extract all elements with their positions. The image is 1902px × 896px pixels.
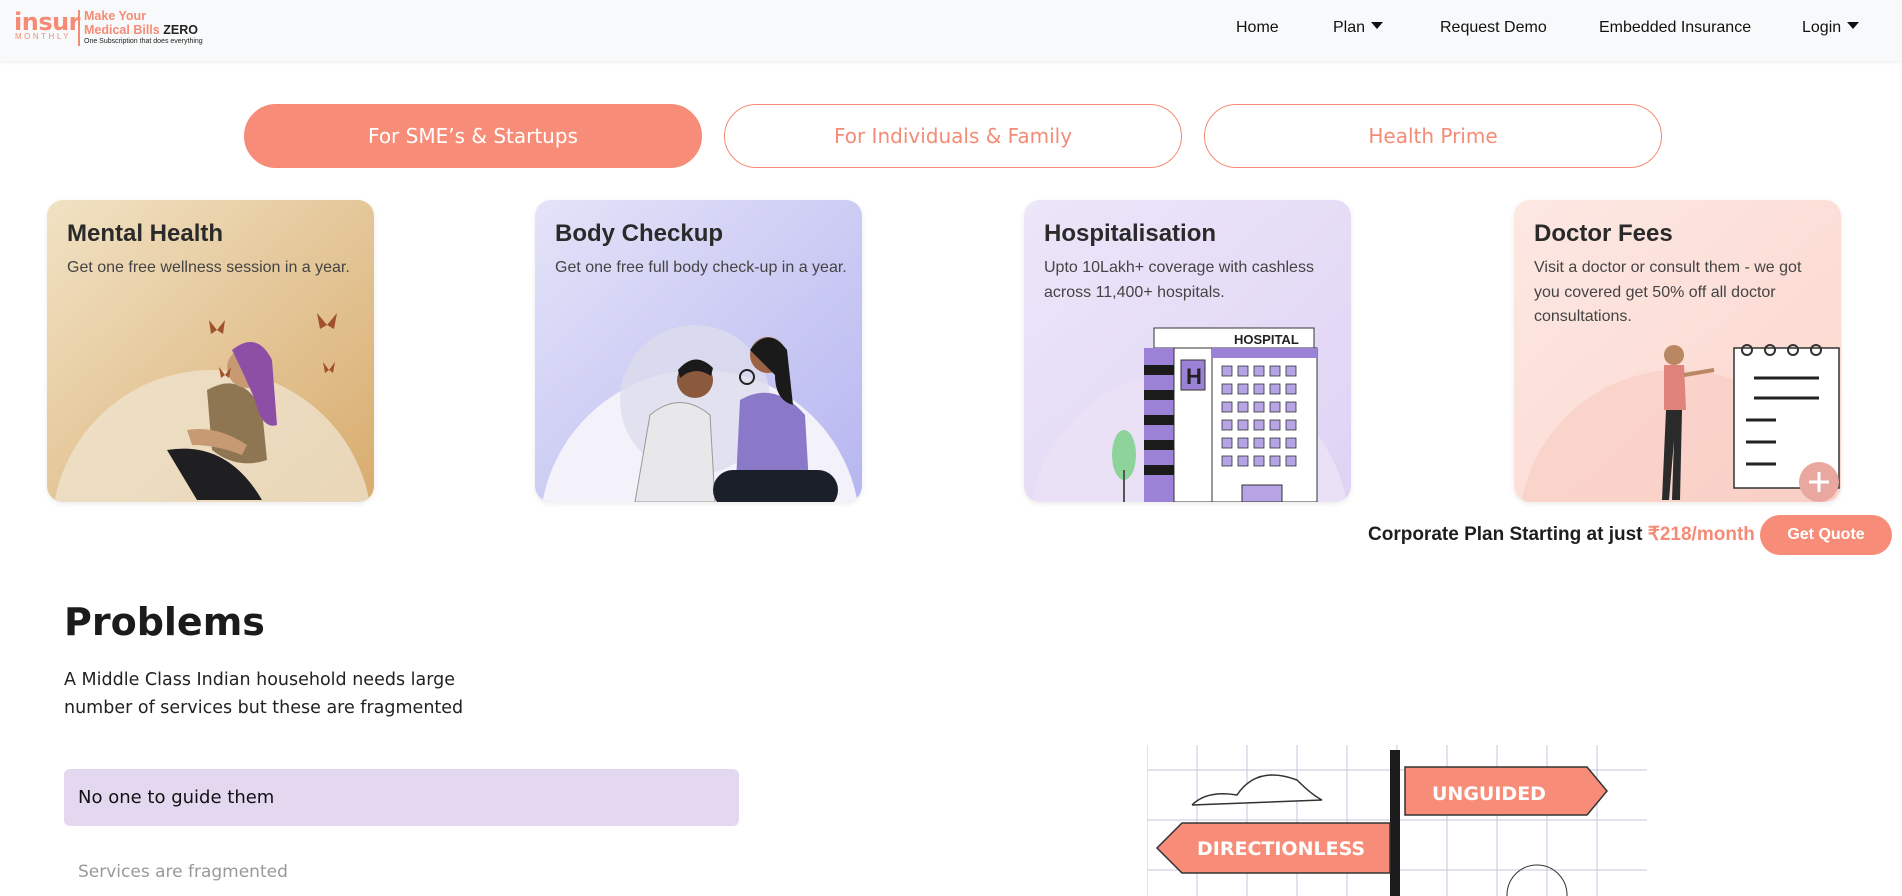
logo-tagline-zero: ZERO — [163, 23, 198, 37]
card-title: Doctor Fees — [1534, 220, 1673, 247]
chevron-down-icon — [1847, 22, 1860, 30]
get-quote-button[interactable]: Get Quote — [1760, 515, 1892, 555]
plan-price: ₹218/month — [1647, 524, 1755, 545]
nav-request-demo[interactable]: Request Demo — [1440, 17, 1547, 39]
nav-plan-label: Plan — [1333, 19, 1366, 36]
chevron-down-icon — [1371, 22, 1384, 30]
nav-embedded-insurance[interactable]: Embedded Insurance — [1599, 17, 1751, 39]
sign-unguided: UNGUIDED — [1432, 783, 1546, 805]
card-hospitalisation[interactable]: HOSPITAL H Hospitalisation Upto 10Lakh+ … — [1024, 200, 1351, 502]
card-description: Get one free wellness session in a year. — [67, 259, 350, 276]
navbar: insur MONTHLY Make Your Medical Bills ZE… — [0, 0, 1902, 61]
hospital-h-sign: H — [1186, 364, 1202, 389]
tab-individuals-family[interactable]: For Individuals & Family — [724, 104, 1182, 168]
corporate-plan-text: Corporate Plan Starting at just ₹218/mon… — [1368, 524, 1755, 545]
brand-logo[interactable]: insur MONTHLY Make Your Medical Bills ZE… — [14, 8, 224, 48]
logo-tagline-line2: Medical Bills ZERO — [84, 23, 198, 37]
logo-subtext: MONTHLY — [15, 32, 72, 41]
hospital-sign: HOSPITAL — [1234, 332, 1299, 347]
tab-health-prime[interactable]: Health Prime — [1204, 104, 1662, 168]
signpost-illustration: UNGUIDED DIRECTIONLESS — [1147, 745, 1647, 896]
card-mental-health[interactable]: Mental Health Get one free wellness sess… — [47, 200, 374, 502]
card-title: Hospitalisation — [1044, 220, 1217, 247]
tab-sme-startups[interactable]: For SME’s & Startups — [244, 104, 702, 168]
nav-home[interactable]: Home — [1236, 17, 1279, 39]
problems-title: Problems — [64, 600, 265, 644]
card-title: Body Checkup — [555, 220, 724, 247]
problems-description: A Middle Class Indian household needs la… — [64, 670, 464, 718]
nav-login-label: Login — [1802, 19, 1842, 36]
logo-tagline-line1: Make Your — [84, 9, 147, 23]
card-description: Get one free full body check-up in a yea… — [555, 259, 847, 276]
card-description: Upto 10Lakh+ coverage with cashless acro… — [1044, 259, 1314, 301]
sign-directionless: DIRECTIONLESS — [1197, 838, 1365, 860]
problem-item-active[interactable]: No one to guide them — [64, 769, 739, 826]
nav-plan[interactable]: Plan — [1333, 17, 1384, 39]
logo-divider — [78, 10, 80, 46]
problem-item[interactable]: Services are fragmented — [78, 862, 288, 882]
card-body-checkup[interactable]: Body Checkup Get one free full body chec… — [535, 200, 862, 502]
card-doctor-fees[interactable]: Doctor Fees Visit a doctor or consult th… — [1514, 200, 1841, 502]
nav-login[interactable]: Login — [1802, 17, 1860, 39]
card-title: Mental Health — [67, 220, 224, 247]
card-description: Visit a doctor or consult them - we got … — [1534, 259, 1802, 325]
logo-tagline-small: One Subscription that does everything — [84, 38, 203, 45]
